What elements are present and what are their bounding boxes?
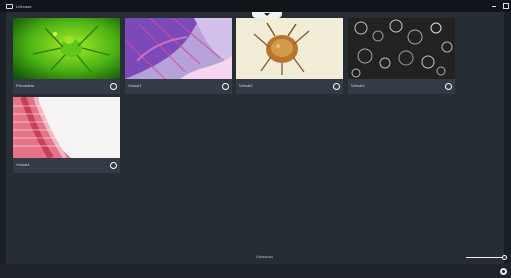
bottom-bar xyxy=(0,264,511,278)
zoom-slider-handle[interactable] xyxy=(502,255,507,260)
gallery-card[interactable]: Virtual1 xyxy=(125,18,232,94)
thumbnail-image xyxy=(236,18,343,79)
card-label: Virtual4 xyxy=(16,162,30,167)
thumbnail-image xyxy=(125,18,232,79)
card-label: Virtual2 xyxy=(239,83,253,88)
status-text: Ultrascan xyxy=(256,254,273,259)
gallery-card[interactable]: Virtual3 xyxy=(348,18,455,94)
minimize-icon[interactable] xyxy=(491,2,497,8)
title-bar: Lifecase xyxy=(0,0,511,12)
thumbnail-image xyxy=(348,18,455,79)
card-footer: Prevadest xyxy=(13,79,120,94)
gallery-card[interactable]: Virtual2 xyxy=(236,18,343,94)
window-icon xyxy=(6,3,13,9)
gallery-card[interactable]: Virtual4 xyxy=(13,97,120,173)
maximize-icon[interactable] xyxy=(502,2,509,9)
gallery-panel: Prevadest Virtual1 Virtual2 Virtual3 Vir… xyxy=(6,12,507,264)
gallery-card[interactable]: Prevadest xyxy=(13,18,120,94)
card-label: Virtual1 xyxy=(128,83,142,88)
gear-icon[interactable] xyxy=(500,268,507,275)
radio-ring-icon[interactable] xyxy=(110,83,117,90)
card-label: Virtual3 xyxy=(351,83,365,88)
window-controls xyxy=(491,2,509,9)
card-footer: Virtual4 xyxy=(13,158,120,173)
window-title: Lifecase xyxy=(16,3,32,9)
radio-ring-icon[interactable] xyxy=(333,83,340,90)
card-footer: Virtual3 xyxy=(348,79,455,94)
radio-ring-icon[interactable] xyxy=(445,83,452,90)
thumbnail-image xyxy=(13,18,120,79)
card-footer: Virtual2 xyxy=(236,79,343,94)
radio-ring-icon[interactable] xyxy=(110,162,117,169)
thumbnail-image xyxy=(13,97,120,158)
card-label: Prevadest xyxy=(16,83,35,88)
card-footer: Virtual1 xyxy=(125,79,232,94)
radio-ring-icon[interactable] xyxy=(222,83,229,90)
zoom-slider-track[interactable] xyxy=(466,257,504,258)
